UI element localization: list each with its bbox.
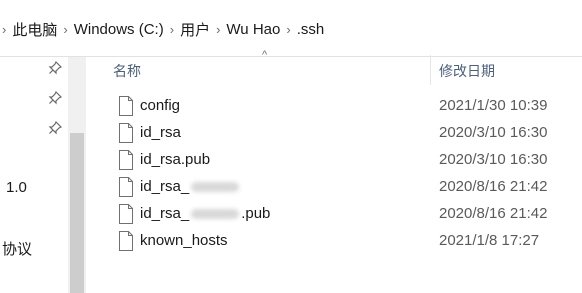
nav-scrollbar[interactable]: [68, 57, 86, 293]
file-row[interactable]: id_rsa.pub 2020/3/10 16:30: [86, 147, 582, 174]
file-name[interactable]: id_rsa_ .pub: [140, 205, 270, 222]
file-date: 2021/1/8 17:27: [439, 232, 540, 249]
nav-scrollbar-thumb[interactable]: [70, 133, 84, 293]
file-icon: [119, 231, 133, 251]
breadcrumb: › 此电脑 › Windows (C:) › 用户 › Wu Hao › .ss…: [0, 17, 324, 41]
file-date: 2020/3/10 16:30: [439, 124, 548, 141]
file-name-prefix: id_rsa_: [140, 178, 190, 195]
nav-item-partial-label[interactable]: 协议: [2, 238, 32, 259]
file-row[interactable]: id_rsa_ 2020/8/16 21:42: [86, 174, 582, 201]
column-header-name[interactable]: 名称: [113, 61, 141, 81]
redacted-text: [191, 209, 240, 220]
file-name-prefix: id_rsa_: [140, 205, 190, 222]
redacted-text: [191, 182, 240, 193]
sort-indicator-icon: ^: [262, 49, 268, 61]
file-name[interactable]: id_rsa.pub: [140, 151, 210, 168]
navigation-pane: 1.0 协议: [0, 57, 68, 293]
file-date: 2021/1/30 10:39: [439, 97, 548, 114]
file-date: 2020/8/16 21:42: [439, 205, 548, 222]
file-row[interactable]: known_hosts 2021/1/8 17:27: [86, 228, 582, 255]
pin-icon[interactable]: [48, 91, 62, 105]
file-icon: [119, 177, 133, 197]
file-list: ^ 名称 修改日期 config 2021/1/30 10:39 id_rsa …: [86, 49, 582, 293]
file-name[interactable]: id_rsa: [140, 124, 181, 141]
file-icon: [119, 204, 133, 224]
breadcrumb-users[interactable]: 用户: [180, 19, 210, 40]
breadcrumb-separator[interactable]: ›: [63, 22, 67, 37]
breadcrumb-ssh[interactable]: .ssh: [297, 21, 325, 38]
file-icon: [119, 96, 133, 116]
breadcrumb-separator: ›: [2, 21, 7, 37]
file-date: 2020/3/10 16:30: [439, 151, 548, 168]
pin-icon[interactable]: [48, 121, 62, 135]
breadcrumb-user-folder[interactable]: Wu Hao: [226, 21, 280, 38]
breadcrumb-separator[interactable]: ›: [216, 22, 220, 37]
file-name-suffix: .pub: [241, 205, 271, 222]
pin-icon[interactable]: [48, 61, 62, 75]
file-row[interactable]: id_rsa_ .pub 2020/8/16 21:42: [86, 201, 582, 228]
nav-item-partial-label[interactable]: 1.0: [6, 179, 27, 196]
file-row[interactable]: id_rsa 2020/3/10 16:30: [86, 120, 582, 147]
file-date: 2020/8/16 21:42: [439, 178, 548, 195]
file-name[interactable]: id_rsa_: [140, 178, 241, 195]
file-icon: [119, 150, 133, 170]
address-bar[interactable]: › 此电脑 › Windows (C:) › 用户 › Wu Hao › .ss…: [0, 0, 582, 57]
breadcrumb-separator[interactable]: ›: [286, 22, 290, 37]
file-name[interactable]: known_hosts: [140, 232, 228, 249]
breadcrumb-drive-c[interactable]: Windows (C:): [74, 21, 164, 38]
file-row[interactable]: config 2021/1/30 10:39: [86, 93, 582, 120]
column-divider[interactable]: [430, 55, 431, 85]
file-name[interactable]: config: [140, 97, 180, 114]
file-icon: [119, 123, 133, 143]
column-header-date-modified[interactable]: 修改日期: [439, 61, 495, 81]
breadcrumb-separator[interactable]: ›: [170, 22, 174, 37]
column-header-row: ^ 名称 修改日期: [86, 49, 582, 87]
breadcrumb-this-pc[interactable]: 此电脑: [12, 19, 57, 40]
